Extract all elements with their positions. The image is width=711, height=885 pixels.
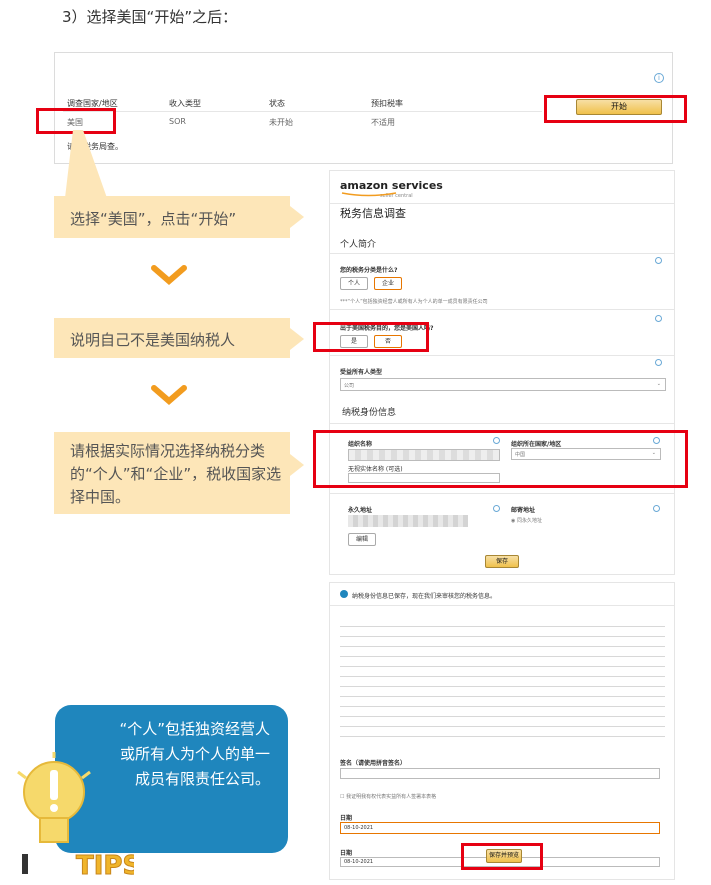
callout-select-us-text: 选择“美国”，点击“开始” [70,210,237,228]
amazon-smile-icon [341,192,397,197]
highlight-save-preview [461,843,543,870]
value-status: 未开始 [269,118,293,127]
tax-review-form: 纳税身份信息已保存，现在我们来审核您的税务信息。 签名（请使用拼音签名） ☐ 我… [329,582,675,880]
lightbulb-tips-icon: TIPS [17,752,134,880]
save-button[interactable]: 保存 [485,555,519,568]
divider [330,605,674,606]
date-value: 08-10-2021 [344,825,374,831]
individual-hint: ***“个人”包括独资经营人或所有人为个人的单一成员有限责任公司 [340,299,488,305]
owner-type-value: 公司 [344,383,355,389]
date-input[interactable]: 08-10-2021 [340,822,660,834]
divider [63,111,542,112]
highlight-us-person [313,322,429,352]
edit-button[interactable]: 编辑 [348,533,376,546]
date2-label: 日期 [340,850,353,857]
chevron-down-icon [151,265,187,285]
divider [330,493,674,494]
callout-select-us: 选择“美国”，点击“开始” [54,196,290,238]
value-income-type: SOR [169,117,186,126]
individual-option[interactable]: 个人 [340,277,368,290]
address-label: 永久地址 [348,507,373,514]
divider [330,253,674,254]
callout-not-us-text: 说明自己不是美国纳税人 [70,331,236,349]
chevron-down-icon [151,385,187,405]
callout-not-us: 说明自己不是美国纳税人 [54,318,290,358]
header-status: 状态 [269,99,285,108]
highlight-start [544,95,687,123]
header-income-type: 收入类型 [169,99,201,108]
mail-address-label: 邮寄地址 [511,507,536,514]
divider [330,423,674,424]
amazon-logo: amazon services [340,179,443,192]
mail-same-option[interactable]: ◉ 同永久地址 [511,517,542,524]
owner-type-label: 受益所有人类型 [340,369,383,376]
form-title: 税务信息调查 [340,207,406,220]
divider [330,203,674,204]
info-icon[interactable] [655,359,662,366]
date-label: 日期 [340,815,353,822]
tax-class-question: 您的税务分类是什么? [340,267,398,274]
authorize-checkbox[interactable]: ☐ 我证明我有权代表实益所有人签署本表格 [340,793,436,800]
divider [330,309,674,310]
callout-arrow-right [290,206,304,228]
mail-same-text: 同永久地址 [516,518,542,524]
signature-input[interactable] [340,768,660,779]
callout-tax-class: 请根据实际情况选择纳税分类的“个人”和“企业”，税收国家选择中国。 [54,432,290,514]
certification-text-block [340,619,665,743]
check-icon [340,590,348,598]
address-blurred [348,515,468,527]
callout-tax-class-text: 请根据实际情况选择纳税分类的“个人”和“企业”，税收国家选择中国。 [70,442,282,506]
date2-value: 08-10-2021 [344,859,374,865]
callout-arrow-right [290,454,304,476]
section-profile: 个人简介 [340,240,377,250]
signature-label: 签名（请使用拼音签名） [340,760,407,767]
info-icon[interactable] [655,315,662,322]
callout-pointer [65,130,107,198]
step-title: 3）选择美国“开始”之后： [62,8,238,26]
review-header: 纳税身份信息已保存，现在我们来审核您的税务信息。 [352,593,497,600]
tips-text: “个人”包括独资经营人或所有人为个人的单一成员有限责任公司。 [119,720,270,788]
authorize-text: 我证明我有权代表实益所有人签署本表格 [346,794,437,800]
section-tax-identity: 纳税身份信息 [342,408,397,418]
info-icon[interactable]: i [654,73,664,83]
tax-interview-form: amazon services seller central 税务信息调查 个人… [329,170,675,575]
value-withholding: 不适用 [371,118,395,127]
info-icon[interactable] [655,257,662,264]
header-withholding: 预扣税率 [371,99,403,108]
divider [330,355,674,356]
highlight-tax-identity [313,430,688,488]
tips-badge-text: TIPS [76,851,134,880]
chevron-down-icon: ⌄ [656,381,661,387]
info-icon[interactable] [493,505,500,512]
owner-type-select[interactable]: 公司 ⌄ [340,378,666,391]
info-icon[interactable] [653,505,660,512]
callout-arrow-right [290,328,304,350]
business-option[interactable]: 企业 [374,277,402,290]
